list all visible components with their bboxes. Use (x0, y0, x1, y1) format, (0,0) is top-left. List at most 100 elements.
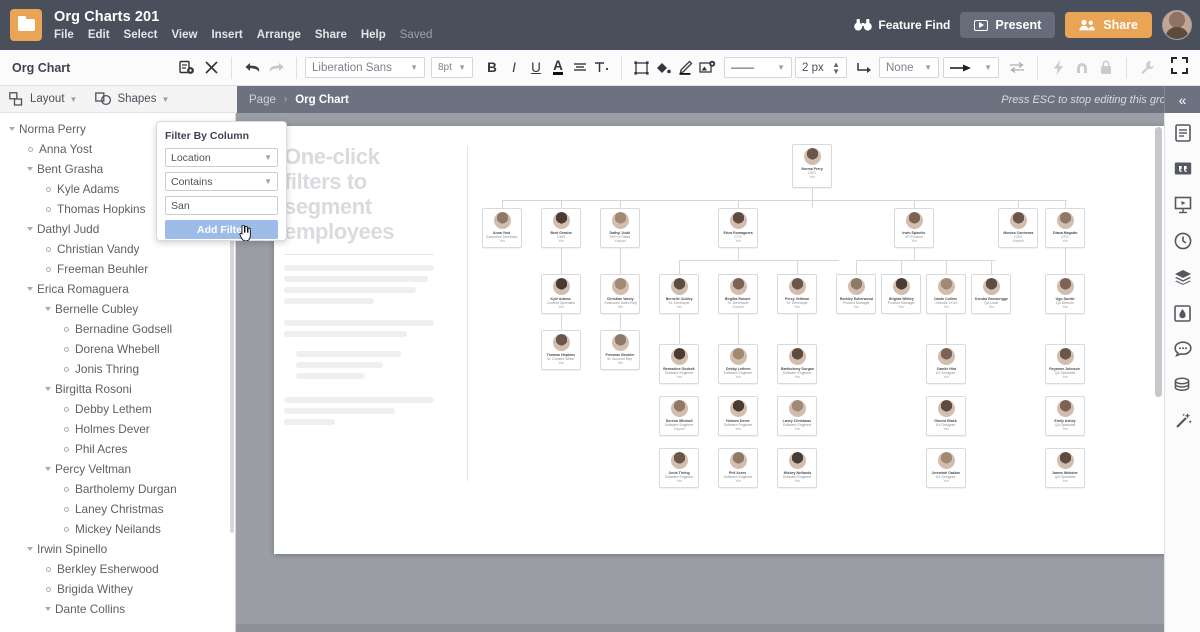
org-chart[interactable]: Norma PerryCEOYes Anna YostExecutive Secr… (474, 144, 1164, 544)
menu-file[interactable]: File (54, 28, 74, 42)
tree-item[interactable]: Berkley Esherwood (0, 559, 235, 579)
filter-column-select[interactable]: Location ▼ (165, 148, 278, 167)
org-node[interactable]: Brigida WitheyProduct ManagerYes (881, 274, 921, 314)
connector-icon[interactable] (853, 57, 875, 79)
arrow-start-select[interactable]: None ▼ (879, 57, 939, 78)
arrow-end-select[interactable]: ▼ (943, 57, 999, 78)
bullet-icon[interactable] (64, 367, 69, 372)
bullet-icon[interactable] (64, 507, 69, 512)
org-node[interactable]: Laney ChristmasSoftware EngineerYes (777, 396, 817, 436)
canvas-horizontal-scrollbar[interactable] (236, 624, 1200, 632)
org-node[interactable]: James WebsterQA SpecialistYes (1045, 448, 1085, 488)
bullet-icon[interactable] (46, 207, 51, 212)
chevron-down-icon[interactable] (45, 387, 51, 391)
swap-icon[interactable] (1005, 56, 1029, 80)
undo-arrow-icon[interactable] (240, 56, 264, 80)
font-size-select[interactable]: 8pt ▼ (431, 57, 473, 78)
org-node[interactable]: Mickey NeilandsSoftware EngineerYes (777, 448, 817, 488)
folder-icon[interactable] (10, 9, 42, 41)
tree-item[interactable]: Dorena Whebell (0, 339, 235, 359)
org-node[interactable]: Jonis ThringSoftware EngineerYes (659, 448, 699, 488)
bullet-icon[interactable] (64, 407, 69, 412)
present-button[interactable]: Present (960, 12, 1055, 38)
share-button[interactable]: Share (1065, 12, 1152, 38)
org-node[interactable]: Phil AcresSoftware EngineerYes (718, 448, 758, 488)
tree-item[interactable]: Christian Vandy (0, 239, 235, 259)
chevron-down-icon[interactable] (27, 287, 33, 291)
tree-item[interactable]: Birgitta Rosoni (0, 379, 235, 399)
data-settings-icon[interactable] (175, 56, 199, 80)
tree-item[interactable]: Bernelle Cubley (0, 299, 235, 319)
canvas-vertical-scrollbar[interactable] (1155, 127, 1162, 397)
bullet-icon[interactable] (64, 487, 69, 492)
line-width-stepper[interactable]: 2 px ▲▼ (795, 57, 847, 78)
avatar[interactable] (1162, 10, 1192, 40)
magnet-icon[interactable] (1070, 56, 1094, 80)
chevron-down-icon[interactable] (45, 307, 51, 311)
layout-dropdown[interactable]: Layout ▼ (0, 86, 86, 113)
quote-icon[interactable] (1173, 159, 1193, 179)
org-node[interactable]: Anna YostExecutive SecretaryYes (482, 208, 522, 248)
org-node[interactable]: Diana MagottoCFOYes (1045, 208, 1085, 248)
org-node[interactable]: Bartholemy DurganSoftware EngineerYes (777, 344, 817, 384)
wrench-icon[interactable] (1135, 56, 1159, 80)
org-node[interactable]: Jeremiah OaktonUX DesignerYes (926, 448, 966, 488)
org-node[interactable]: Camile HintUX DesignerYes (926, 344, 966, 384)
tree-item[interactable]: Bartholemy Durgan (0, 479, 235, 499)
org-node[interactable]: Freeman BeuhlerSr. Account RepYes (600, 330, 640, 370)
tree-item[interactable]: Percy Veltman (0, 459, 235, 479)
database-icon[interactable] (1173, 375, 1193, 395)
org-node[interactable]: Monica ContrerasCOOMayfair (998, 208, 1038, 248)
tree-item[interactable]: Jonis Thring (0, 359, 235, 379)
tree-item[interactable]: Laney Christmas (0, 499, 235, 519)
menu-edit[interactable]: Edit (88, 28, 110, 42)
text-color-button[interactable]: A (547, 57, 569, 79)
chevron-down-icon[interactable] (27, 167, 33, 171)
org-node[interactable]: Birgitta RosoniSr. DeveloperMayfair (718, 274, 758, 314)
org-node[interactable]: Emily AshbyQA SpecialistYes (1045, 396, 1085, 436)
org-node[interactable]: Bernelle CubleySr. DeveloperYes (659, 274, 699, 314)
tree-item[interactable]: Debby Lethem (0, 399, 235, 419)
chevron-down-icon[interactable] (45, 467, 51, 471)
org-node[interactable]: Dathyl JuddSVP of SalesMayfair (600, 208, 640, 248)
org-node[interactable]: Gloved BlackUX DesignerYes (926, 396, 966, 436)
org-node[interactable]: Kendra BrownriggeQA LeadYes (971, 274, 1011, 314)
lightning-icon[interactable] (1046, 56, 1070, 80)
org-node[interactable]: Ugo DunkirQA DirectorYes (1045, 274, 1085, 314)
shape-icon[interactable] (630, 57, 652, 79)
lock-icon[interactable] (1094, 56, 1118, 80)
tree-item[interactable]: Mickey Neilands (0, 519, 235, 539)
shapes-dropdown[interactable]: Shapes ▼ (86, 86, 178, 113)
tree-item[interactable]: Bernadine Godsell (0, 319, 235, 339)
menu-help[interactable]: Help (361, 28, 386, 42)
align-icon[interactable] (569, 57, 591, 79)
bullet-icon[interactable] (46, 247, 51, 252)
org-node[interactable]: Kyle AdamsContent SpecialistYes (541, 274, 581, 314)
tree-item[interactable]: Brigida Withey (0, 579, 235, 599)
document-icon[interactable] (1173, 123, 1193, 143)
tree-item[interactable]: Holmes Dever (0, 419, 235, 439)
menu-arrange[interactable]: Arrange (257, 28, 301, 42)
redo-arrow-icon[interactable] (264, 56, 288, 80)
bullet-icon[interactable] (64, 327, 69, 332)
menu-view[interactable]: View (171, 28, 197, 42)
bold-button[interactable]: B (481, 57, 503, 79)
underline-button[interactable]: U (525, 57, 547, 79)
comment-icon[interactable] (1173, 339, 1193, 359)
chevron-down-icon[interactable] (45, 607, 51, 611)
italic-button[interactable]: I (503, 57, 525, 79)
presentation-icon[interactable] (1173, 195, 1193, 215)
feature-find-button[interactable]: Feature Find (854, 18, 950, 32)
org-node[interactable]: Debby LethemSoftware EngineerYes (718, 344, 758, 384)
org-node[interactable]: Berkley EsherwoodProduct ManagerYes (836, 274, 876, 314)
org-node[interactable]: Holmes DeverSoftware EngineerYes (718, 396, 758, 436)
chevron-down-icon[interactable] (27, 547, 33, 551)
tree-item[interactable]: Dante Collins (0, 599, 235, 619)
tree-item[interactable]: Phil Acres (0, 439, 235, 459)
menu-insert[interactable]: Insert (211, 28, 242, 42)
tree-item[interactable]: Erica Romaguera (0, 279, 235, 299)
bullet-icon[interactable] (64, 347, 69, 352)
close-icon[interactable] (199, 56, 223, 80)
bullet-icon[interactable] (46, 267, 51, 272)
org-node[interactable]: Norma PerryCEOYes (792, 144, 832, 188)
